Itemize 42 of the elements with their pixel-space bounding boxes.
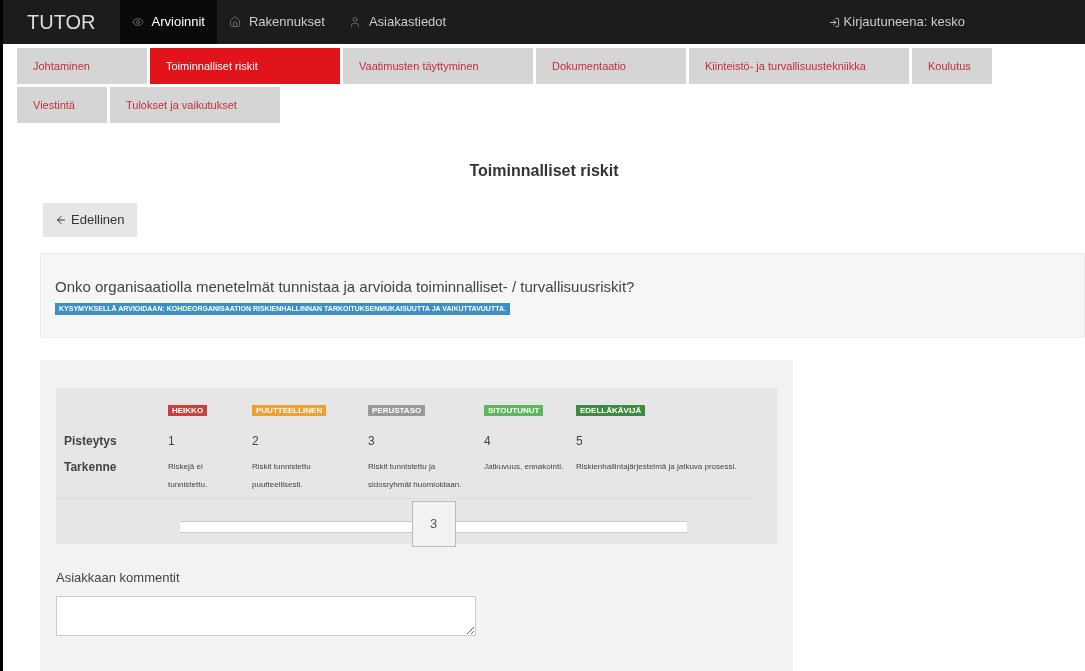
back-button[interactable]: Edellinen (43, 203, 137, 237)
level-badge: HEIKKO (168, 405, 208, 416)
eye-icon (131, 16, 144, 28)
category-tab[interactable]: Koulutus (912, 48, 992, 84)
category-tab[interactable]: Viestintä (17, 87, 107, 123)
category-tab[interactable]: Dokumentaatio (536, 48, 686, 84)
row-label: Pisteytys (63, 433, 118, 450)
category-tab[interactable]: Johtaminen (17, 48, 147, 84)
score-cell-text: 2 (252, 433, 260, 450)
score-cell-text: 3 (368, 433, 376, 450)
login-status[interactable]: Kirjautuneena: kesko (828, 12, 965, 32)
nav-item[interactable]: Asiakastiedot (336, 0, 459, 44)
question-text: Onko organisaatiolla menetelmät tunnistaa ja arvioida toiminnalliset- / turvallisuusriskit? (55, 277, 636, 297)
score-cell-text: 5 (576, 433, 584, 450)
description-cell-text: Riskit tunnistettu puutteellisesti. (252, 461, 312, 491)
level-badge: PERUSTASO (368, 405, 426, 416)
category-tab[interactable]: Vaatimusten täyttyminen (343, 48, 533, 84)
level-badge: SITOUTUNUT (484, 405, 544, 416)
page-title: Toiminnalliset riskit (468, 161, 620, 181)
comments-field[interactable] (56, 595, 476, 636)
description-cell-text: Jatkuvuus, ennakointi. (484, 461, 565, 473)
nav-item[interactable]: Rakennukset (217, 0, 337, 44)
category-tab[interactable]: Kiinteistö- ja turvallisuustekniikka (689, 48, 909, 84)
score-cell-text: 1 (168, 433, 176, 450)
user-icon (348, 16, 361, 28)
category-tab[interactable]: Toiminnalliset riskit (150, 48, 340, 84)
login-icon (828, 16, 840, 28)
description-cell-text: Riskienhallintajärjestelmä ja jatkuva prosessi. (576, 461, 738, 473)
level-badge: EDELLÄKÄVIJÄ (576, 405, 646, 416)
arrow-left-icon (55, 214, 67, 226)
category-tab[interactable]: Tulokset ja vaikutukset (110, 87, 280, 123)
level-badge: PUUTTEELLINEN (252, 405, 327, 416)
slider-thumb[interactable]: 3 (411, 501, 456, 547)
description-cell-text: Riskit tunnistettu ja sidosryhmät huomioidaan. (368, 461, 463, 491)
brand-logo[interactable]: TUTOR (3, 7, 120, 37)
row-label: Tarkenne (63, 459, 118, 476)
nav-item[interactable]: Arvioinnit (119, 0, 217, 44)
slider[interactable]: 3 (180, 501, 687, 547)
score-cell-text: 4 (484, 433, 492, 450)
home-icon (229, 16, 241, 28)
comments-label: Asiakkaan kommentit (56, 569, 181, 587)
description-cell-text: Riskejä ei tunnistettu. (168, 461, 209, 491)
